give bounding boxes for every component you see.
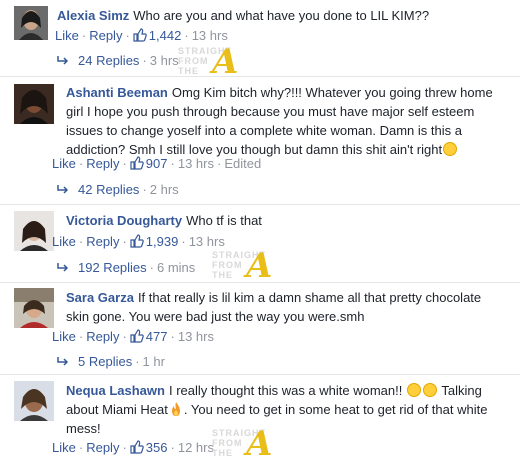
divider: [0, 76, 520, 77]
like-link[interactable]: Like: [52, 329, 76, 344]
timestamp[interactable]: 13 hrs: [178, 329, 214, 344]
comment-actions: Like · Reply · 477 · 13 hrs: [52, 329, 214, 344]
flushed-face-emoji: [406, 383, 421, 397]
comment-text: Victoria Dougharty Who tf is that: [66, 211, 506, 230]
commenter-name[interactable]: Sara Garza: [66, 290, 134, 305]
like-count[interactable]: 907: [130, 156, 168, 171]
watermark: STRAIGHT FROM THE A: [212, 246, 273, 286]
watermark: STRAIGHT FROM THE A: [178, 42, 239, 82]
like-link[interactable]: Like: [52, 156, 76, 171]
reply-link[interactable]: Reply: [89, 28, 122, 43]
fire-emoji: [171, 402, 180, 416]
reply-arrow-icon: [57, 185, 69, 194]
like-count[interactable]: 1,442: [133, 28, 181, 43]
comment-actions: Like · Reply · 356 · 12 hrs: [52, 440, 214, 455]
timestamp[interactable]: 12 hrs: [178, 440, 214, 455]
reply-link[interactable]: Reply: [86, 234, 119, 249]
like-thumb-icon: [130, 440, 144, 454]
avatar[interactable]: [14, 84, 54, 124]
comment-body: I really thought this was a white woman!…: [168, 383, 403, 398]
reply-arrow-icon: [57, 263, 69, 272]
comment-text: Ashanti Beeman Omg Kim bitch why?!!! What…: [66, 83, 506, 159]
view-replies-link[interactable]: 24 Replies · 3 hrs: [56, 53, 179, 68]
unamused-face-emoji: [443, 142, 458, 156]
view-replies-link[interactable]: 192 Replies · 6 mins: [56, 260, 195, 275]
comment-actions: Like · Reply · 1,442 · 13 hrs: [55, 28, 228, 43]
like-count[interactable]: 477: [130, 329, 168, 344]
commenter-name[interactable]: Ashanti Beeman: [66, 85, 168, 100]
reply-link[interactable]: Reply: [86, 329, 119, 344]
avatar[interactable]: [14, 288, 54, 328]
like-thumb-icon: [130, 329, 144, 343]
flushed-face-emoji: [422, 383, 437, 397]
divider: [0, 374, 520, 375]
commenter-name[interactable]: Alexia Simz: [57, 8, 129, 23]
timestamp[interactable]: 13 hrs: [192, 28, 228, 43]
comment-body: Who are you and what have you done to LI…: [133, 8, 430, 23]
avatar[interactable]: [14, 211, 54, 251]
like-count[interactable]: 1,939: [130, 234, 178, 249]
like-thumb-icon: [130, 234, 144, 248]
comment-body: Who tf is that: [186, 213, 262, 228]
reply-arrow-icon: [57, 357, 69, 366]
watermark: STRAIGHT FROM THE A: [212, 424, 273, 464]
view-replies-link[interactable]: 5 Replies · 1 hr: [56, 354, 165, 369]
reply-link[interactable]: Reply: [86, 156, 119, 171]
comment-text: Sara Garza If that really is lil kim a da…: [66, 288, 506, 326]
like-thumb-icon: [130, 156, 144, 170]
commenter-name[interactable]: Victoria Dougharty: [66, 213, 182, 228]
timestamp[interactable]: 13 hrs: [178, 156, 214, 171]
divider: [0, 282, 520, 283]
divider: [0, 204, 520, 205]
view-replies-link[interactable]: 42 Replies · 2 hrs: [56, 182, 179, 197]
like-count[interactable]: 356: [130, 440, 168, 455]
timestamp[interactable]: 13 hrs: [189, 234, 225, 249]
avatar[interactable]: [14, 6, 48, 40]
like-thumb-icon: [133, 28, 147, 42]
like-link[interactable]: Like: [55, 28, 79, 43]
like-link[interactable]: Like: [52, 234, 76, 249]
reply-link[interactable]: Reply: [86, 440, 119, 455]
comment-actions: Like · Reply · 1,939 · 13 hrs: [52, 234, 225, 249]
reply-arrow-icon: [57, 56, 69, 65]
comment-text: Alexia Simz Who are you and what have you…: [57, 6, 497, 25]
comment-actions: Like · Reply · 907 · 13 hrs · Edited: [52, 156, 262, 171]
commenter-name[interactable]: Nequa Lashawn: [66, 383, 165, 398]
like-link[interactable]: Like: [52, 440, 76, 455]
edited-label[interactable]: Edited: [224, 156, 261, 171]
avatar[interactable]: [14, 381, 54, 421]
